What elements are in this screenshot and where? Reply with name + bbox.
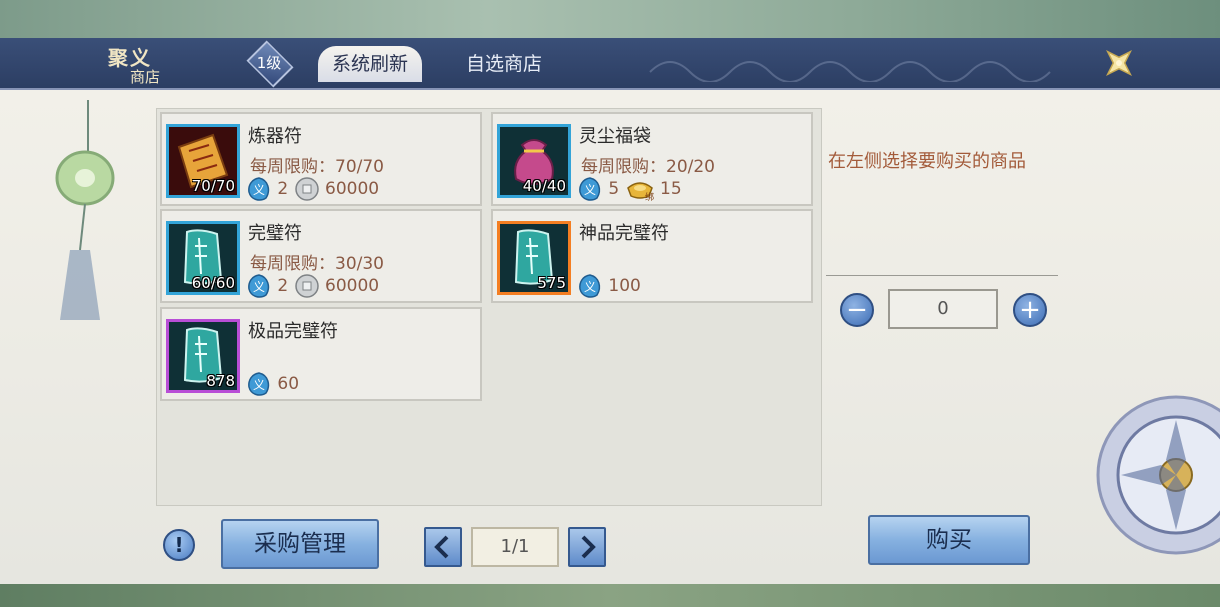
item-name: 极品完璧符 (248, 321, 338, 342)
item-card-lucky-bag[interactable]: 40/40 灵尘福袋 每周限购：20/20 义 5 绑 15 (491, 112, 813, 206)
item-cost: 义 5 绑 15 (577, 176, 682, 203)
item-card-divine-perfect-talisman[interactable]: 575 神品完璧符 义 100 (491, 209, 813, 303)
item-name: 完璧符 (248, 223, 302, 244)
next-page-button[interactable] (568, 527, 606, 567)
item-card-perfect-talisman[interactable]: 60/60 完璧符 每周限购：30/30 义 2 60000 (160, 209, 482, 303)
shop-level: 1级 (256, 54, 282, 72)
item-icon-frame: 575 (497, 221, 571, 295)
coin-cost: 15 (660, 179, 682, 199)
shop-title: 聚义 商店 (102, 40, 172, 88)
increase-quantity-button[interactable]: + (1013, 293, 1047, 327)
tab-system-refresh[interactable]: 系统刷新 (318, 46, 423, 82)
yi-cost: 2 (277, 276, 289, 296)
yi-token-icon: 义 (579, 177, 601, 201)
yi-token-icon: 义 (579, 274, 601, 298)
info-button[interactable]: ! (163, 529, 195, 561)
svg-text:义: 义 (253, 183, 265, 197)
chevron-left-icon (434, 535, 449, 559)
selection-hint: 在左侧选择要购买的商品 (828, 151, 1026, 172)
yi-token-icon: 义 (248, 177, 270, 201)
yi-token-icon: 义 (248, 372, 270, 396)
quantity-input[interactable]: 0 (888, 289, 998, 329)
coin-cost: 60000 (325, 276, 380, 296)
item-stock: 40/40 (522, 177, 566, 195)
close-button[interactable] (1100, 44, 1138, 82)
header-cloud-pattern (649, 61, 1051, 82)
svg-text:义: 义 (253, 280, 265, 294)
chevron-right-icon (581, 535, 596, 559)
porcelain-orb-decoration (1096, 395, 1220, 555)
item-cost: 义 60 (246, 371, 299, 397)
item-stock: 575 (537, 274, 566, 292)
yi-cost: 100 (608, 276, 641, 296)
prev-page-button[interactable] (424, 527, 462, 567)
coin-cost: 60000 (325, 179, 380, 199)
item-card-supreme-perfect-talisman[interactable]: 878 极品完璧符 义 60 (160, 307, 482, 401)
svg-text:义: 义 (253, 378, 265, 392)
item-stock: 60/60 (191, 274, 235, 292)
item-cost: 义 100 (577, 273, 641, 299)
item-cost: 义 2 60000 (246, 176, 379, 202)
item-icon-frame: 40/40 (497, 124, 571, 198)
shop-level-badge: 1级 (243, 40, 295, 88)
close-icon (1106, 50, 1132, 76)
decrease-quantity-button[interactable]: − (840, 293, 874, 327)
svg-text:义: 义 (584, 183, 596, 197)
silver-coin-icon (294, 274, 319, 298)
plus-icon: + (1019, 295, 1041, 325)
item-icon-frame: 878 (166, 319, 240, 393)
item-name: 炼器符 (248, 126, 302, 147)
item-weekly-limit: 每周限购：70/70 (250, 157, 384, 177)
svg-text:绑: 绑 (645, 191, 654, 202)
item-icon-frame: 70/70 (166, 124, 240, 198)
item-stock: 878 (206, 372, 235, 390)
jade-pendant-decoration (55, 100, 115, 320)
page-indicator: 1/1 (471, 527, 559, 567)
tab-custom-shop[interactable]: 自选商店 (452, 46, 556, 82)
yi-cost: 5 (608, 179, 620, 199)
svg-text:义: 义 (584, 280, 596, 294)
minus-icon: − (846, 295, 868, 325)
item-cost: 义 2 60000 (246, 273, 379, 299)
bound-gold-ingot-icon: 绑 (626, 182, 654, 203)
item-weekly-limit: 每周限购：30/30 (250, 254, 384, 274)
info-icon: ! (174, 533, 184, 557)
purchase-manage-button[interactable]: 采购管理 (221, 519, 379, 569)
item-icon-frame: 60/60 (166, 221, 240, 295)
background-bottom (0, 582, 1220, 607)
background-top (0, 0, 1220, 40)
item-stock: 70/70 (191, 177, 235, 195)
yi-token-icon: 义 (248, 274, 270, 298)
item-weekly-limit: 每周限购：20/20 (581, 157, 715, 177)
item-name: 神品完璧符 (579, 223, 669, 244)
silver-coin-icon (294, 177, 319, 201)
buy-button[interactable]: 购买 (868, 515, 1030, 565)
panel-divider (826, 275, 1058, 276)
yi-cost: 60 (277, 374, 300, 394)
item-name: 灵尘福袋 (579, 126, 651, 147)
item-card-refining-talisman[interactable]: 70/70 炼器符 每周限购：70/70 义 2 60000 (160, 112, 482, 206)
yi-cost: 2 (277, 179, 289, 199)
shop-title-line2: 商店 (130, 68, 161, 86)
